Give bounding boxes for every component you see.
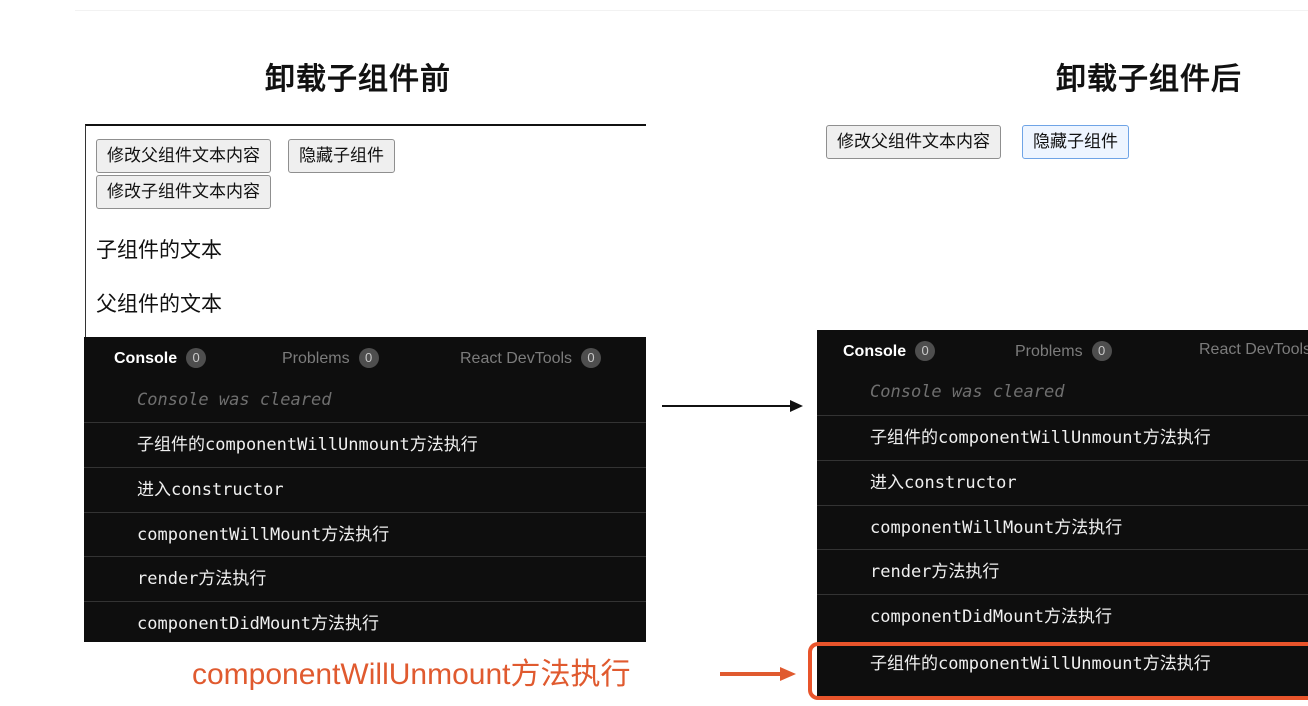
count-badge: 0 <box>581 348 602 368</box>
highlight-box <box>808 642 1308 700</box>
before-title: 卸载子组件前 <box>265 62 451 97</box>
tab-problems[interactable]: Problems 0 <box>1015 341 1112 361</box>
console-panel-before: Console 0 Problems 0 React DevTools 0 Conso… <box>84 337 646 642</box>
log-entry: componentWillMount方法执行 <box>817 505 1308 549</box>
edit-parent-text-button[interactable]: 修改父组件文本内容 <box>96 139 271 173</box>
log-entry: render方法执行 <box>84 556 646 600</box>
tab-react-devtools[interactable]: React DevTools <box>1199 341 1308 359</box>
child-text: 子组件的文本 <box>96 238 222 262</box>
tab-problems[interactable]: Problems 0 <box>282 348 379 368</box>
count-badge: 0 <box>186 348 207 368</box>
console-tabs: Console 0 Problems 0 React DevTools <box>817 330 1308 372</box>
app-view-before: 修改父组件文本内容 隐藏子组件 修改子组件文本内容 子组件的文本 父组件的文本 <box>85 124 646 337</box>
console-tabs: Console 0 Problems 0 React DevTools 0 <box>84 337 646 379</box>
count-badge: 0 <box>1091 341 1112 361</box>
hide-child-button[interactable]: 隐藏子组件 <box>288 139 395 173</box>
console-cleared-message: Console was cleared <box>870 382 1065 402</box>
count-badge: 0 <box>915 341 936 361</box>
console-cleared-message: Console was cleared <box>137 390 332 410</box>
hide-child-button[interactable]: 隐藏子组件 <box>1022 125 1129 159</box>
annotation-arrow-icon <box>720 667 796 681</box>
tab-console[interactable]: Console 0 <box>114 348 207 368</box>
log-entry: componentDidMount方法执行 <box>84 601 646 642</box>
log-entry: render方法执行 <box>817 549 1308 593</box>
log-entry: 进入constructor <box>84 467 646 511</box>
edit-child-text-button[interactable]: 修改子组件文本内容 <box>96 175 271 209</box>
tab-react-devtools[interactable]: React DevTools 0 <box>460 348 602 368</box>
transition-arrow-icon <box>662 400 803 412</box>
edit-parent-text-button[interactable]: 修改父组件文本内容 <box>826 125 1001 159</box>
log-entry: 子组件的componentWillUnmount方法执行 <box>84 422 646 466</box>
count-badge: 0 <box>358 348 379 368</box>
log-entry: 子组件的componentWillUnmount方法执行 <box>817 415 1308 459</box>
top-divider <box>75 10 1308 11</box>
parent-text: 父组件的文本 <box>96 292 222 316</box>
log-entry: componentDidMount方法执行 <box>817 594 1308 638</box>
annotation-label: componentWillUnmount方法执行 <box>192 658 631 691</box>
log-entry: 进入constructor <box>817 460 1308 504</box>
after-title: 卸载子组件后 <box>1056 62 1242 97</box>
tab-console[interactable]: Console 0 <box>843 341 936 361</box>
log-entry: componentWillMount方法执行 <box>84 512 646 556</box>
